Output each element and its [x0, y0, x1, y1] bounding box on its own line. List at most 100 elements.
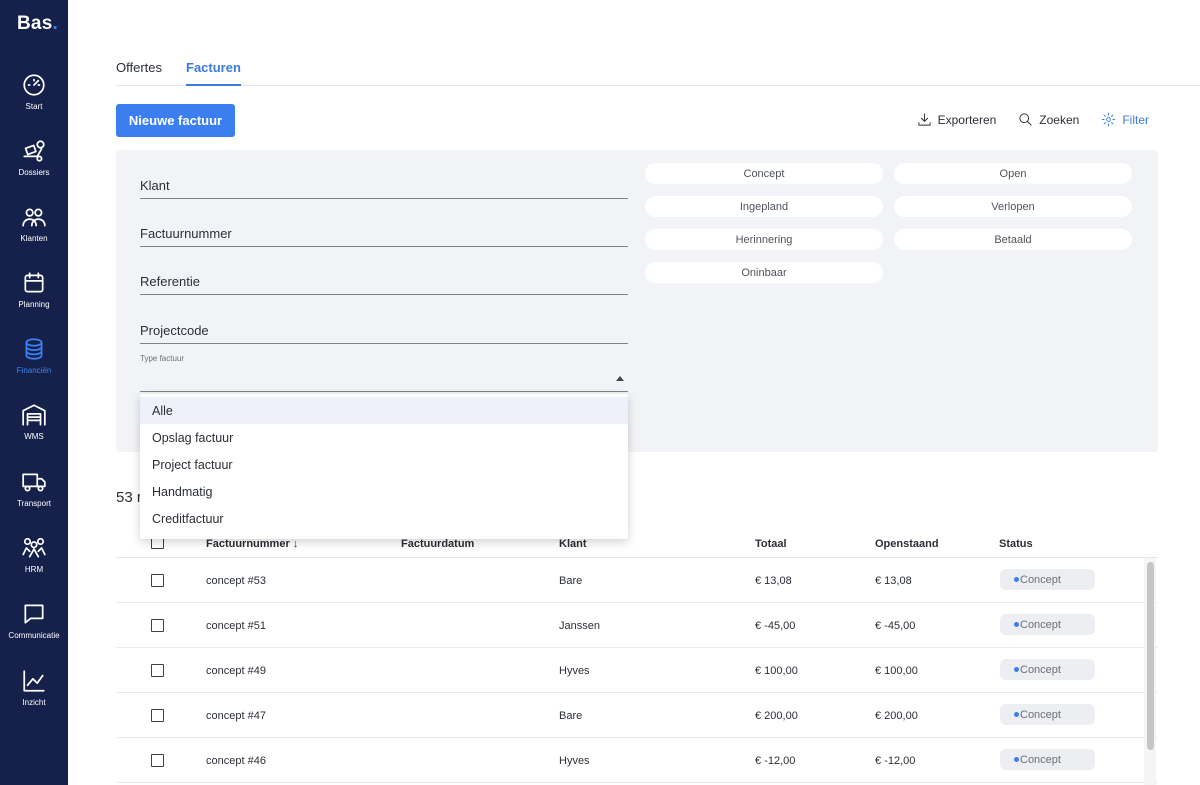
status-dot-icon	[1014, 712, 1019, 717]
cell-client: Hyves	[559, 755, 590, 767]
sidebar-item-label: HRM	[24, 565, 44, 574]
search-button[interactable]: Zoeken	[1018, 112, 1079, 127]
invoice-type-label: Type factuur	[140, 354, 185, 363]
search-label: Zoeken	[1039, 112, 1080, 127]
row-checkbox[interactable]	[151, 664, 164, 677]
project-code-field-label: Projectcode	[140, 323, 209, 338]
status-dot-icon	[1014, 757, 1019, 762]
status-chip-betaald[interactable]: Betaald	[894, 229, 1132, 250]
status-chip-oninbaar[interactable]: Oninbaar	[645, 262, 883, 283]
invoice-type-select[interactable]	[140, 366, 628, 392]
sidebar-item-start[interactable]: Start	[0, 72, 68, 132]
cell-client: Bare	[559, 710, 583, 722]
cell-open: € -12,00	[875, 755, 916, 767]
cell-number: concept #53	[206, 575, 266, 587]
cell-open: € 13,08	[875, 575, 912, 587]
sidebar-item-financien[interactable]: Financiën	[0, 336, 68, 396]
filter-label: Filter	[1122, 112, 1149, 127]
status-badge: Concept	[1000, 704, 1095, 725]
dropdown-option-alle[interactable]: Alle	[140, 397, 628, 424]
row-checkbox[interactable]	[151, 574, 164, 587]
brand-logo[interactable]: Bas.	[17, 13, 58, 35]
tab-bar: Offertes Facturen	[116, 60, 1200, 86]
table-row[interactable]: concept #53 Bare € 13,08 € 13,08 Concept	[116, 558, 1158, 603]
chart-line-icon	[23, 670, 45, 692]
sidebar-item-inzicht[interactable]: Inzicht	[0, 668, 68, 728]
table-row[interactable]: concept #47 Bare € 200,00 € 200,00 Conce…	[116, 693, 1158, 738]
dropdown-option-handmatig[interactable]: Handmatig	[140, 478, 628, 505]
new-invoice-button[interactable]: Nieuwe factuur	[116, 104, 235, 137]
cell-client: Hyves	[559, 665, 590, 677]
filter-button[interactable]: Filter	[1101, 112, 1149, 127]
reference-field[interactable]: Referentie	[140, 269, 628, 295]
column-header-number[interactable]: Factuurnummer ↓	[206, 538, 298, 550]
truck-icon	[22, 473, 46, 492]
cell-open: € 100,00	[875, 665, 918, 677]
table-row[interactable]: concept #49 Hyves € 100,00 € 100,00 Conc…	[116, 648, 1158, 693]
tab-offertes[interactable]: Offertes	[116, 60, 162, 86]
column-header-total[interactable]: Totaal	[755, 538, 787, 550]
status-chip-verlopen[interactable]: Verlopen	[894, 196, 1132, 217]
cell-number: concept #49	[206, 665, 266, 677]
cell-number: concept #46	[206, 755, 266, 767]
sidebar-item-transport[interactable]: Transport	[0, 469, 68, 529]
calendar-icon	[24, 272, 44, 293]
sidebar-item-label: Transport	[17, 499, 51, 508]
sidebar-item-label: Start	[25, 102, 43, 111]
dropdown-option-creditfactuur[interactable]: Creditfactuur	[140, 505, 628, 532]
reference-field-label: Referentie	[140, 274, 200, 289]
arrow-down-icon: ↓	[292, 538, 299, 550]
dropdown-option-project-factuur[interactable]: Project factuur	[140, 451, 628, 478]
row-checkbox[interactable]	[151, 709, 164, 722]
status-dot-icon	[1014, 622, 1019, 627]
status-chip-open[interactable]: Open	[894, 163, 1132, 184]
truck-loading-icon	[23, 140, 45, 162]
invoice-number-field-label: Factuurnummer	[140, 226, 232, 241]
row-checkbox[interactable]	[151, 619, 164, 632]
status-badge: Concept	[1000, 614, 1095, 635]
customers-icon	[22, 208, 46, 227]
status-dot-icon	[1014, 667, 1019, 672]
status-chip-herinnering[interactable]: Herinnering	[645, 229, 883, 250]
status-chip-concept[interactable]: Concept	[645, 163, 883, 184]
cell-open: € -45,00	[875, 620, 916, 632]
status-badge: Concept	[1000, 749, 1095, 770]
cell-number: concept #51	[206, 620, 266, 632]
cell-total: € -45,00	[755, 620, 796, 632]
main-content: Offertes Facturen Nieuwe factuur Exporte…	[68, 0, 1200, 785]
sidebar-item-hrm[interactable]: HRM	[0, 535, 68, 595]
sidebar-item-klanten[interactable]: Klanten	[0, 204, 68, 264]
row-checkbox[interactable]	[151, 754, 164, 767]
sidebar-item-label: Klanten	[20, 234, 48, 243]
people-icon	[22, 537, 46, 558]
cell-client: Bare	[559, 575, 583, 587]
export-button[interactable]: Exporteren	[917, 112, 996, 127]
coins-icon	[25, 338, 43, 360]
result-count: 53 r	[116, 489, 142, 506]
cell-number: concept #47	[206, 710, 266, 722]
column-header-open[interactable]: Openstaand	[875, 538, 939, 550]
sidebar-item-label: Inzicht	[22, 698, 46, 707]
project-code-field[interactable]: Projectcode	[140, 318, 628, 344]
sidebar-item-label: Financiën	[16, 366, 52, 375]
scrollbar-thumb[interactable]	[1147, 562, 1154, 750]
sidebar-item-planning[interactable]: Planning	[0, 270, 68, 330]
client-field[interactable]: Klant	[140, 173, 628, 199]
invoice-type-dropdown: Alle Opslag factuur Project factuur Hand…	[140, 394, 628, 539]
dropdown-option-opslag-factuur[interactable]: Opslag factuur	[140, 424, 628, 451]
invoice-number-field[interactable]: Factuurnummer	[140, 221, 628, 247]
sidebar-item-communicatie[interactable]: Communicatie	[0, 601, 68, 661]
column-header-client[interactable]: Klant	[559, 538, 587, 550]
status-dot-icon	[1014, 577, 1019, 582]
speedometer-icon	[23, 74, 45, 96]
status-chip-ingepland[interactable]: Ingepland	[645, 196, 883, 217]
sidebar-item-dossiers[interactable]: Dossiers	[0, 138, 68, 198]
toolbar: Exporteren Zoeken Filter	[895, 112, 1149, 127]
table-scrollbar[interactable]	[1144, 558, 1156, 785]
column-header-status[interactable]: Status	[999, 538, 1033, 550]
table-row[interactable]: concept #46 Hyves € -12,00 € -12,00 Conc…	[116, 738, 1158, 783]
sidebar-item-wms[interactable]: WMS	[0, 402, 68, 462]
tab-facturen[interactable]: Facturen	[186, 60, 241, 86]
column-header-date[interactable]: Factuurdatum	[401, 538, 474, 550]
table-row[interactable]: concept #51 Janssen € -45,00 € -45,00 Co…	[116, 603, 1158, 648]
